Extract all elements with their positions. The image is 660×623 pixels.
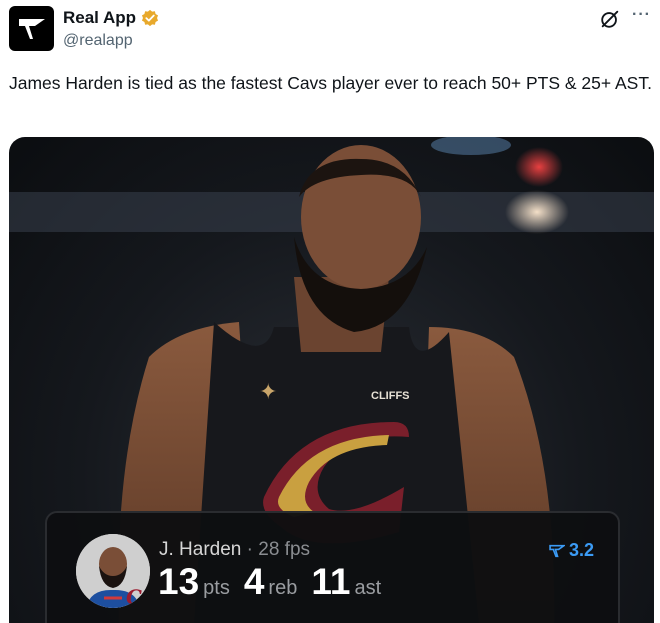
real-app-logo-icon[interactable] [9, 6, 54, 51]
stat-pts-value: 13 [158, 561, 200, 602]
tweet-header: Real App @realapp ··· [9, 6, 651, 54]
real-app-rating-icon [549, 544, 565, 557]
grok-icon[interactable] [599, 8, 621, 30]
stat-pts-unit: pts [203, 577, 230, 599]
verified-badge-icon [142, 9, 159, 27]
fps-value: 28 fps [258, 539, 311, 560]
svg-text:✦: ✦ [259, 380, 277, 405]
stat-ast-value: 11 [311, 561, 351, 602]
author-display-name[interactable]: Real App [63, 8, 136, 28]
jersey-sponsor: CLIFFS [371, 390, 410, 402]
tweet-media[interactable]: ✦ CLIFFS C J. Harden · 28 fps 13 pts 4 r… [9, 137, 654, 623]
stat-reb-unit: reb [268, 577, 298, 599]
player-avatar: C [76, 534, 150, 608]
author-name-row: Real App [63, 8, 159, 28]
author-handle[interactable]: @realapp [63, 32, 133, 50]
tweet-text: James Harden is tied as the fastest Cavs… [9, 73, 652, 93]
player-name[interactable]: J. Harden [159, 539, 241, 560]
svg-text:C: C [126, 585, 142, 608]
rating-value: 3.2 [568, 540, 594, 560]
stats-row: 13 pts 4 reb 11 ast [158, 561, 395, 603]
separator-dot: · [246, 539, 253, 560]
player-info-line: J. Harden · 28 fps [159, 539, 310, 561]
player-stat-card[interactable]: C J. Harden · 28 fps 13 pts 4 reb 11 ast… [45, 511, 620, 623]
more-options-icon[interactable]: ··· [632, 6, 651, 24]
stat-reb-value: 4 [243, 561, 265, 602]
player-rating[interactable]: 3.2 [549, 540, 594, 561]
stat-ast-unit: ast [354, 577, 382, 599]
